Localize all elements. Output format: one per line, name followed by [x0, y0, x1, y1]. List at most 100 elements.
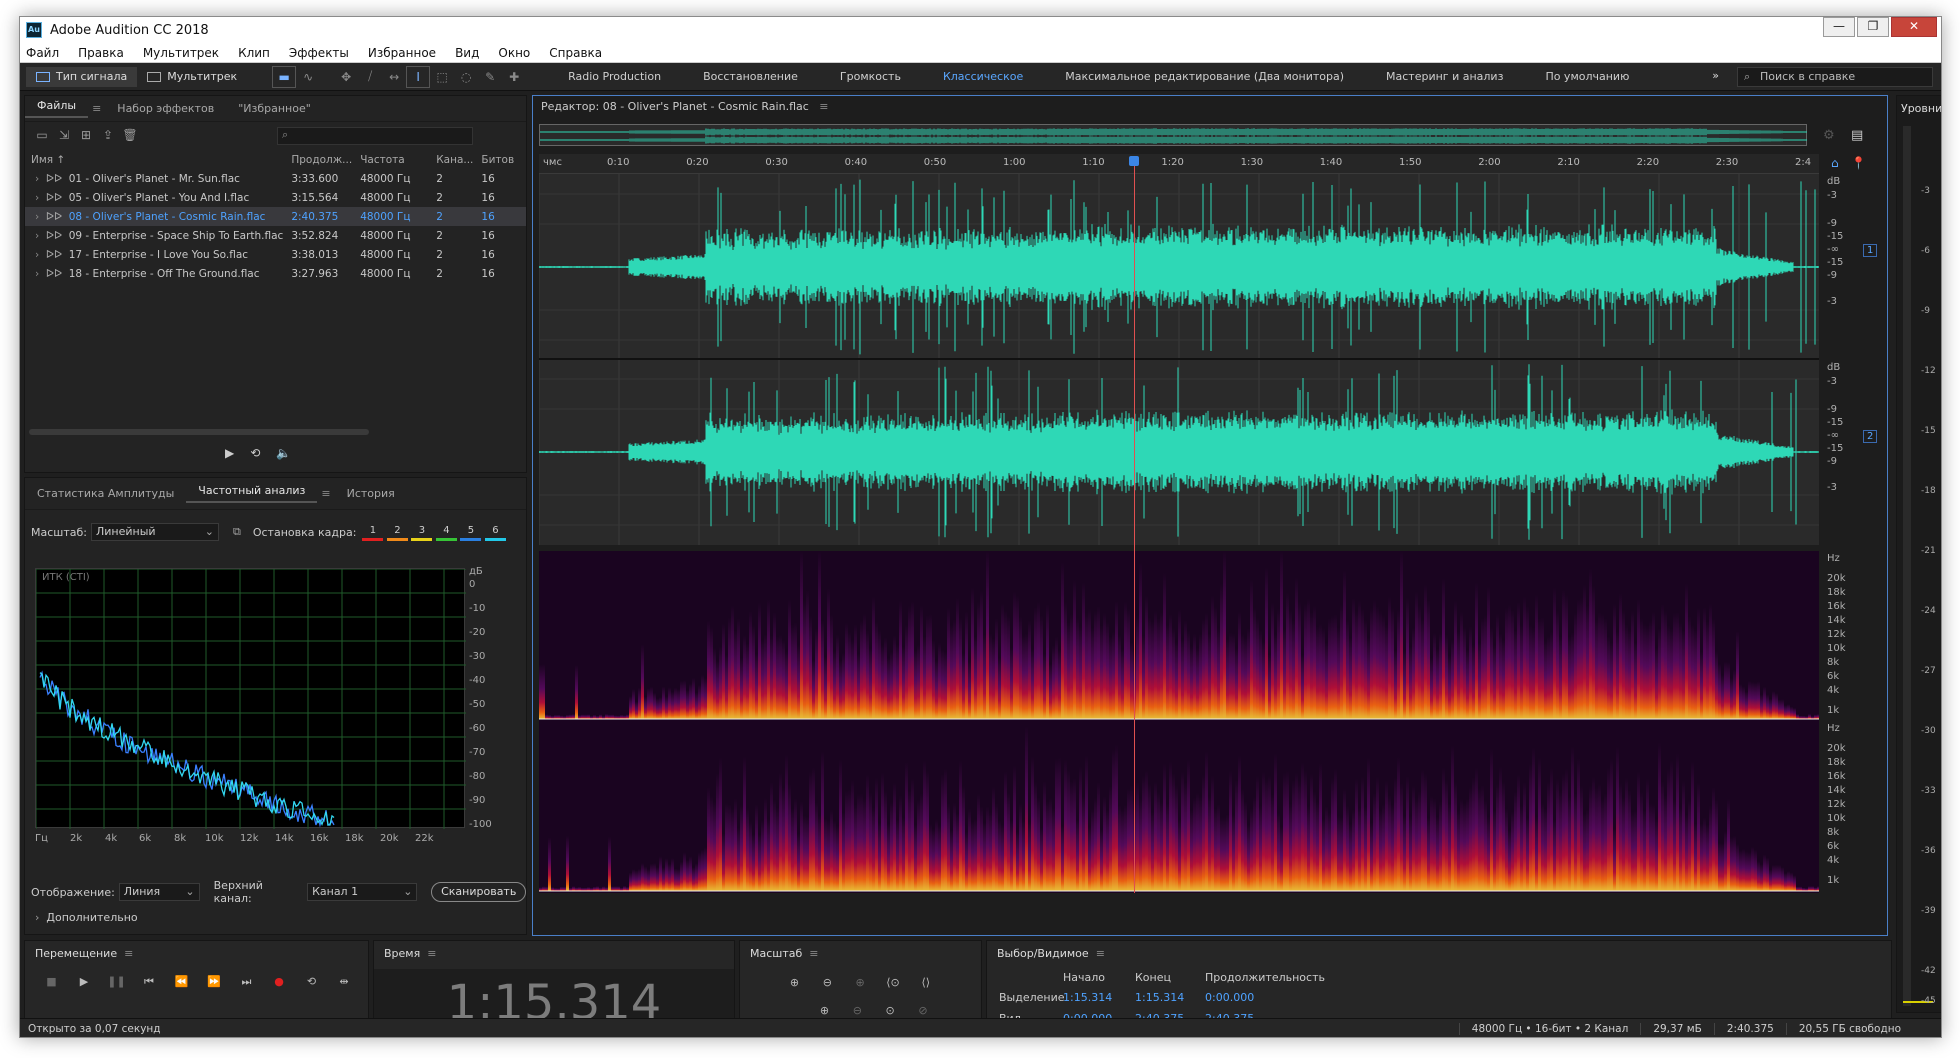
files-search-input[interactable]: ⌕ [277, 127, 473, 145]
close-button[interactable]: ✕ [1891, 17, 1937, 37]
column-duration[interactable]: Продолж... [287, 150, 356, 169]
workspace-loudness[interactable]: Громкость [819, 70, 922, 83]
spot-healing-tool-icon[interactable]: ✚ [503, 67, 525, 87]
time-selection-tool-icon[interactable]: I [406, 65, 431, 88]
column-name[interactable]: Имя ↑ [25, 150, 287, 169]
go-to-start-icon[interactable]: ⏮ [135, 975, 164, 989]
menu-window[interactable]: Окно [498, 46, 530, 60]
frequency-graph[interactable]: ИТК (СТI) [35, 568, 466, 829]
freeze-frame-3[interactable]: 3 [411, 525, 433, 541]
column-bits[interactable]: Битов [477, 150, 526, 169]
workspace-radio-production[interactable]: Radio Production [547, 70, 682, 83]
trash-icon[interactable]: 🗑 [119, 128, 141, 144]
column-rate[interactable]: Частота [356, 150, 432, 169]
fast-forward-icon[interactable]: ⏩ [200, 975, 229, 988]
skip-selection-icon[interactable]: ⇹ [330, 975, 359, 988]
analysis-panel-menu-icon[interactable]: ≡ [317, 487, 334, 500]
tab-amplitude-statistics[interactable]: Статистика Амплитуды [25, 487, 186, 500]
file-row[interactable]: › ᐅᐅ 09 - Enterprise - Space Ship To Ear… [25, 226, 526, 245]
zoom-to-selection-icon[interactable]: ⟨⊙ [878, 976, 907, 989]
scale-dropdown[interactable]: Линейный ⌄ [90, 523, 219, 541]
import-file-icon[interactable]: ⇲ [53, 128, 75, 144]
zoom-out-amplitude-icon[interactable]: ⊖ [813, 976, 842, 989]
brush-tool-icon[interactable]: ✎ [479, 67, 501, 87]
waveform-display[interactable] [539, 174, 1819, 545]
export-icon[interactable]: ⇪ [97, 128, 119, 144]
selection-start-value[interactable]: 1:15.314 [1063, 991, 1112, 1004]
transport-menu-icon[interactable]: ≡ [124, 947, 133, 960]
file-row[interactable]: › ᐅᐅ 01 - Oliver's Planet - Mr. Sun.flac… [25, 169, 526, 188]
zoom-out-point-icon[interactable]: ⊖ [843, 1004, 872, 1017]
preview-volume-icon[interactable]: 🔈 [276, 446, 291, 460]
freeze-frame-icon[interactable]: ⧉ [233, 525, 241, 539]
zoom-in-point-icon[interactable]: ⊕ [810, 1004, 839, 1017]
editor-menu-icon[interactable]: ≡ [819, 100, 828, 113]
zoom-in-amplitude-icon[interactable]: ⊕ [780, 976, 809, 989]
menu-clip[interactable]: Клип [238, 46, 270, 60]
marker-pin-icon[interactable]: 📍 [1851, 156, 1866, 170]
snap-toggle-icon[interactable]: ⌂ [1831, 156, 1839, 170]
time-ruler[interactable]: чмс 0:10 0:20 0:30 0:40 0:50 1:00 1:10 1… [539, 154, 1819, 174]
zoom-to-selection-icon[interactable]: ⚙ [1823, 128, 1835, 143]
zoom-reset-icon[interactable]: ⊘ [908, 1004, 937, 1017]
tab-files[interactable]: Файлы [25, 99, 89, 118]
loop-playback-icon[interactable]: ⟲ [297, 975, 326, 988]
tab-history[interactable]: История [335, 487, 407, 500]
marquee-tool-icon[interactable]: ⬚ [431, 67, 453, 87]
selection-menu-icon[interactable]: ≡ [1096, 947, 1105, 960]
lasso-tool-icon[interactable]: ◌ [455, 67, 477, 87]
tab-effects-rack[interactable]: Набор эффектов [105, 102, 226, 115]
panel-layout-icon[interactable]: ▤ [1851, 128, 1863, 143]
tab-frequency-analysis[interactable]: Частотный анализ [186, 484, 318, 503]
pause-icon[interactable]: ❚❚ [102, 975, 131, 988]
file-row[interactable]: › ᐅᐅ 05 - Oliver's Planet - You And I.fl… [25, 188, 526, 207]
time-menu-icon[interactable]: ≡ [427, 947, 436, 960]
selection-end-value[interactable]: 1:15.314 [1135, 991, 1184, 1004]
freeze-frame-6[interactable]: 6 [484, 525, 506, 541]
zoom-menu-icon[interactable]: ≡ [809, 947, 818, 960]
channel-2-badge[interactable]: 2 [1863, 430, 1878, 443]
menu-view[interactable]: Вид [455, 46, 479, 60]
preview-loop-icon[interactable]: ⟲ [250, 446, 260, 460]
display-dropdown[interactable]: Линия ⌄ [118, 883, 200, 901]
selection-duration-value[interactable]: 0:00.000 [1205, 991, 1254, 1004]
zoom-out-full-icon[interactable]: ⟨⟩ [911, 976, 940, 989]
files-horizontal-scrollbar[interactable] [29, 429, 369, 435]
column-channels[interactable]: Кана... [432, 150, 477, 169]
workspace-restoration[interactable]: Восстановление [682, 70, 819, 83]
channel-1-badge[interactable]: 1 [1863, 244, 1878, 257]
workspaces-overflow-button[interactable]: » [1712, 69, 1719, 82]
move-tool-icon[interactable]: ✥ [335, 67, 357, 87]
maximize-button[interactable]: ❐ [1857, 17, 1889, 37]
overview-navigator[interactable] [539, 124, 1807, 146]
open-file-icon[interactable]: ▭ [31, 128, 53, 144]
menu-edit[interactable]: Правка [78, 46, 124, 60]
stop-icon[interactable]: ■ [37, 975, 66, 988]
menu-multitrack[interactable]: Мультитрек [143, 46, 219, 60]
files-panel-menu-icon[interactable]: ≡ [88, 102, 105, 115]
freeze-frame-1[interactable]: 1 [362, 525, 384, 541]
tab-favorites[interactable]: "Избранное" [226, 102, 323, 115]
menu-file[interactable]: Файл [26, 46, 59, 60]
go-to-end-icon[interactable]: ⏭ [232, 975, 261, 989]
playhead-line[interactable] [1134, 156, 1136, 893]
waveform-mode-button[interactable]: Тип сигнала [26, 66, 138, 87]
menu-help[interactable]: Справка [549, 46, 602, 60]
freeze-frame-5[interactable]: 5 [460, 525, 482, 541]
insert-into-multitrack-icon[interactable]: ⊞ [75, 128, 97, 144]
playhead-handle-icon[interactable] [1129, 156, 1140, 166]
multitrack-mode-button[interactable]: Мультитрек [137, 67, 247, 87]
record-icon[interactable]: ● [265, 975, 294, 988]
workspace-default[interactable]: По умолчанию [1524, 70, 1650, 83]
help-search-input[interactable]: ⌕ Поиск в справке [1737, 67, 1933, 87]
file-row[interactable]: › ᐅᐅ 18 - Enterprise - Off The Ground.fl… [25, 264, 526, 283]
razor-tool-icon[interactable]: ⧸ [359, 67, 381, 87]
workspace-mastering[interactable]: Мастеринг и анализ [1365, 70, 1524, 83]
scan-button[interactable]: Сканировать [431, 882, 526, 902]
top-channel-dropdown[interactable]: Канал 1 ⌄ [307, 883, 418, 901]
workspace-edit-dual[interactable]: Максимальное редактирование (Два монитор… [1044, 70, 1365, 83]
freeze-frame-2[interactable]: 2 [386, 525, 408, 541]
spectral-display[interactable] [539, 551, 1819, 893]
freeze-frame-4[interactable]: 4 [435, 525, 457, 541]
file-row-selected[interactable]: › ᐅᐅ 08 - Oliver's Planet - Cosmic Rain.… [25, 207, 526, 226]
